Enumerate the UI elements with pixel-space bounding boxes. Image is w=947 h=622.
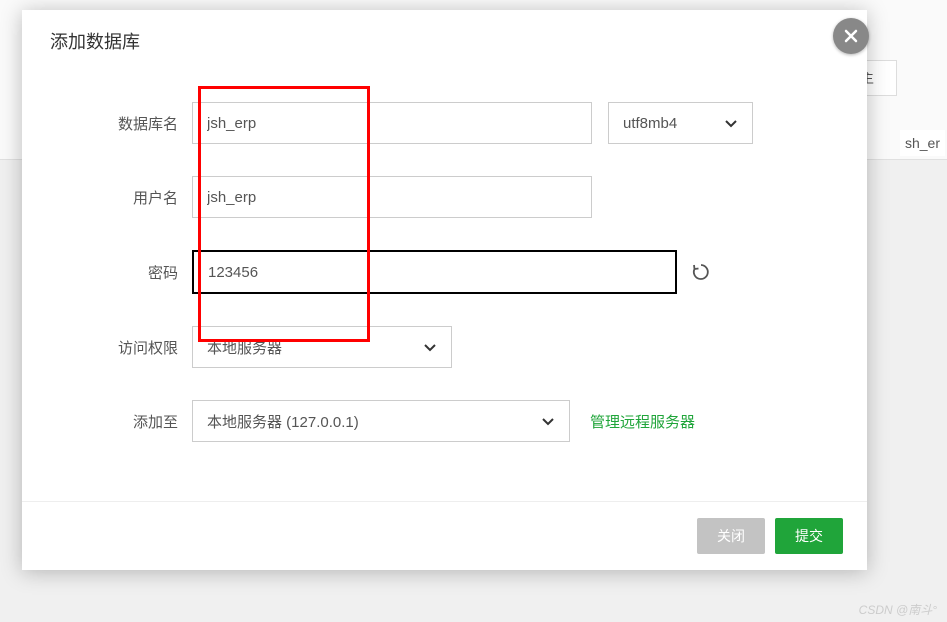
password-label: 密码 — [62, 262, 192, 283]
db-name-input[interactable] — [192, 102, 592, 144]
background-row-text: sh_er — [900, 130, 945, 156]
addto-row: 添加至 本地服务器 (127.0.0.1) 管理远程服务器 — [62, 400, 827, 442]
username-input[interactable] — [192, 176, 592, 218]
watermark: CSDN @南斗° — [859, 601, 937, 618]
username-row: 用户名 — [62, 176, 827, 218]
access-select[interactable]: 本地服务器 — [192, 326, 452, 368]
refresh-icon — [691, 262, 711, 282]
username-label: 用户名 — [62, 187, 192, 208]
addto-value: 本地服务器 (127.0.0.1) — [207, 411, 359, 432]
chevron-down-icon — [724, 116, 738, 130]
modal-body: 数据库名 utf8mb4 用户名 密码 访问权限 本地服 — [22, 72, 867, 501]
access-label: 访问权限 — [62, 337, 192, 358]
db-name-row: 数据库名 utf8mb4 — [62, 102, 827, 144]
submit-button[interactable]: 提交 — [775, 518, 843, 554]
access-value: 本地服务器 — [207, 337, 282, 358]
modal-title: 添加数据库 — [22, 10, 867, 72]
db-name-label: 数据库名 — [62, 113, 192, 134]
chevron-down-icon — [423, 340, 437, 354]
manage-remote-link[interactable]: 管理远程服务器 — [590, 411, 695, 432]
add-database-modal: 添加数据库 数据库名 utf8mb4 用户名 密码 访 — [22, 10, 867, 570]
password-row: 密码 — [62, 250, 827, 294]
addto-label: 添加至 — [62, 411, 192, 432]
addto-select[interactable]: 本地服务器 (127.0.0.1) — [192, 400, 570, 442]
modal-footer: 关闭 提交 — [22, 501, 867, 570]
modal-close-icon[interactable] — [833, 18, 869, 54]
close-button[interactable]: 关闭 — [697, 518, 765, 554]
close-icon — [842, 27, 860, 45]
chevron-down-icon — [541, 414, 555, 428]
charset-select[interactable]: utf8mb4 — [608, 102, 753, 144]
charset-value: utf8mb4 — [623, 115, 677, 132]
access-row: 访问权限 本地服务器 — [62, 326, 827, 368]
refresh-password-button[interactable] — [691, 262, 711, 282]
password-input[interactable] — [192, 250, 677, 294]
